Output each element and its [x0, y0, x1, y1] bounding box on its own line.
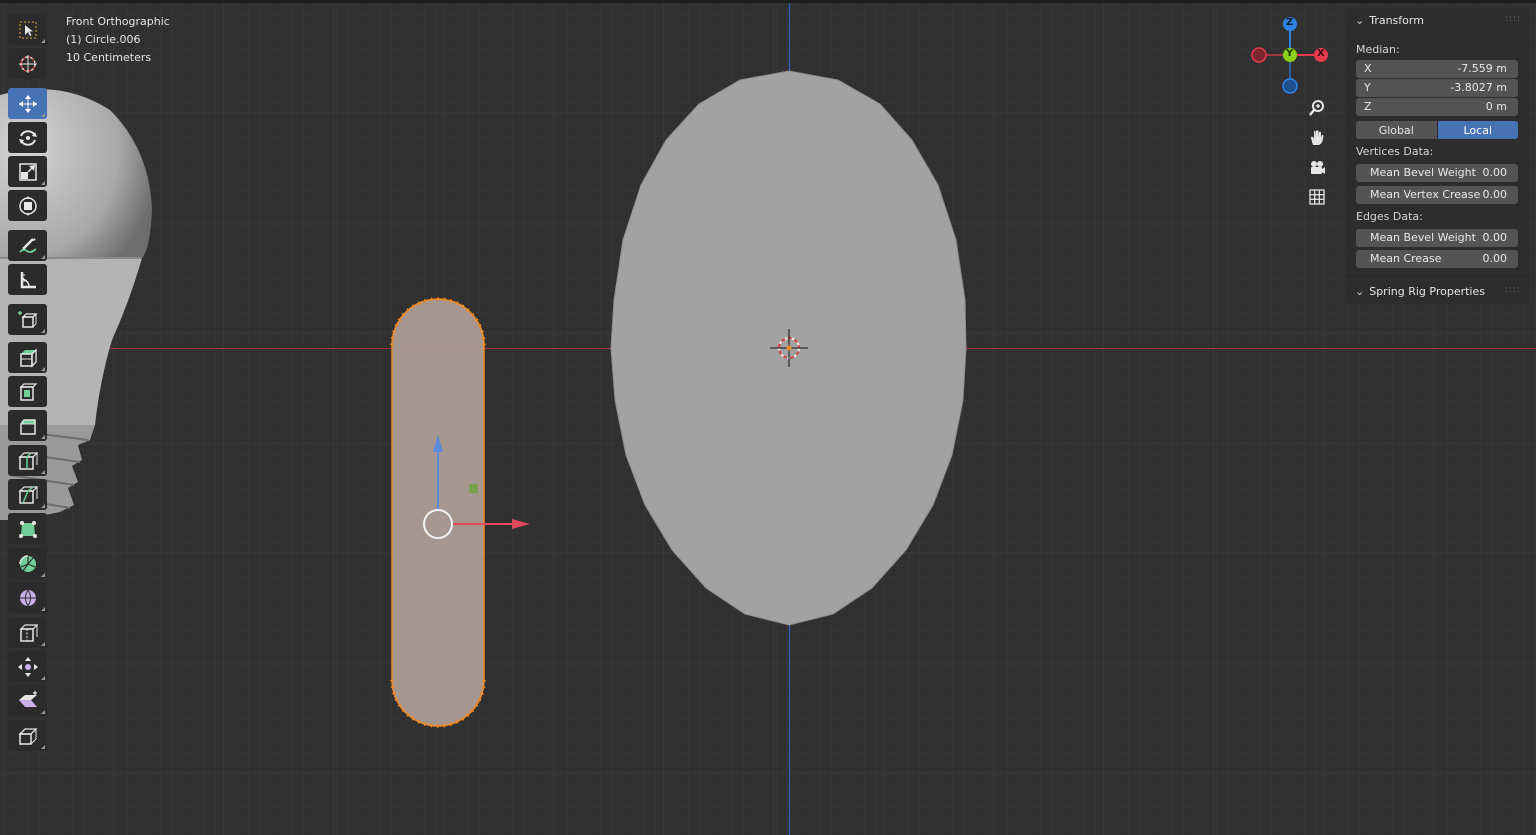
median-y-field[interactable]: Y -3.8027 m [1356, 79, 1518, 97]
tool-annotate[interactable] [8, 230, 47, 261]
vertex-mean-bevel-weight-field[interactable]: Mean Bevel Weight 0.00 [1356, 164, 1518, 182]
tool-inset[interactable] [8, 376, 47, 407]
grid-icon [1309, 189, 1325, 205]
local-space-button[interactable]: Local [1437, 121, 1518, 139]
panel-divider [1347, 276, 1529, 277]
gizmo-neg-y-bubble [1282, 78, 1298, 94]
shear-icon [18, 690, 37, 707]
grid-scale: 10 Centimeters [66, 51, 152, 64]
edges-data-label: Edges Data: [1356, 210, 1423, 223]
smooth-icon [19, 589, 36, 606]
transform-panel-header[interactable]: ⌄ Transform [1355, 14, 1424, 27]
active-object-name: (1) Circle.006 [66, 33, 141, 46]
view-name: Front Orthographic [66, 15, 170, 28]
3d-viewport[interactable]: Z Y X Front Orthographic (1) Circle.006 … [0, 0, 1536, 835]
tool-bevel[interactable] [8, 410, 47, 441]
tool-edge-slide[interactable] [8, 617, 47, 648]
tool-move[interactable] [8, 88, 47, 119]
transform-panel-title: Transform [1369, 14, 1424, 27]
tool-spin[interactable] [8, 548, 47, 579]
tool-knife[interactable] [8, 479, 47, 510]
coordinate-space-toggle: Global Local [1356, 121, 1518, 139]
tool-poly-build[interactable] [8, 513, 47, 544]
tool-rip[interactable] [8, 720, 47, 751]
edge-mean-crease-field[interactable]: Mean Crease 0.00 [1356, 250, 1518, 268]
annotate-icon [18, 237, 37, 253]
gizmo-neg-x-bubble [1251, 47, 1267, 63]
drag-grip-icon[interactable]: :::: [1505, 14, 1521, 24]
loop-cut-icon [18, 451, 38, 470]
scale-icon [18, 162, 37, 181]
hand-icon [1311, 130, 1324, 145]
vertices-data-label: Vertices Data: [1356, 145, 1434, 158]
move-icon [18, 94, 37, 113]
chevron-down-icon: ⌄ [1355, 285, 1365, 298]
edge-mean-bevel-weight-field[interactable]: Mean Bevel Weight 0.00 [1356, 229, 1518, 247]
zoom-button[interactable] [1304, 95, 1330, 121]
extrude-icon [19, 347, 37, 368]
bevel-icon [19, 418, 36, 435]
sidebar-n-panel: ⌄ Transform :::: Median: X -7.559 m Y -3.… [1347, 8, 1529, 304]
gizmo-plane-handle [469, 484, 478, 493]
gizmo-y-label: Y [1286, 48, 1294, 59]
rotate-icon [18, 129, 37, 146]
median-x-field[interactable]: X -7.559 m [1356, 60, 1518, 78]
drag-grip-icon[interactable]: :::: [1505, 285, 1521, 295]
gizmo-z-label: Z [1286, 17, 1294, 28]
knife-icon [18, 485, 38, 504]
tool-shear[interactable] [8, 685, 47, 716]
tool-rotate[interactable] [8, 122, 47, 153]
tool-loop-cut[interactable] [8, 445, 47, 476]
shrink-fatten-icon [17, 656, 38, 677]
camera-icon [1311, 161, 1325, 174]
transform-icon [18, 195, 37, 216]
camera-view-button[interactable] [1304, 155, 1330, 181]
measure-icon [20, 271, 36, 288]
tool-transform[interactable] [8, 190, 47, 221]
viewport-info-overlay: Front Orthographic (1) Circle.006 10 Cen… [66, 13, 170, 67]
gizmo-x-label: X [1317, 48, 1325, 59]
chevron-down-icon: ⌄ [1355, 14, 1365, 27]
spring-rig-panel-header[interactable]: ⌄ Spring Rig Properties [1355, 285, 1485, 298]
inset-icon [19, 382, 37, 401]
median-label: Median: [1356, 43, 1400, 56]
edge-slide-icon [19, 623, 38, 642]
tool-scale[interactable] [8, 156, 47, 187]
header-edge [0, 0, 1536, 3]
tool-smooth[interactable] [8, 582, 47, 613]
perspective-toggle-button[interactable] [1304, 184, 1330, 210]
rip-icon [17, 727, 38, 745]
tool-select-box[interactable] [8, 14, 47, 45]
selected-capsule-object[interactable] [390, 297, 486, 728]
cursor-icon [18, 54, 37, 73]
zoom-icon [1309, 100, 1324, 116]
tool-shrink-fatten[interactable] [8, 651, 47, 682]
global-space-button[interactable]: Global [1356, 121, 1437, 139]
vertex-mean-crease-field[interactable]: Mean Vertex Crease 0.00 [1356, 186, 1518, 204]
median-z-field[interactable]: Z 0 m [1356, 98, 1518, 116]
spin-icon [18, 554, 36, 572]
poly-build-icon [18, 520, 37, 538]
pan-button[interactable] [1304, 125, 1330, 151]
tool-add-cube[interactable] [8, 304, 47, 335]
spring-rig-panel-title: Spring Rig Properties [1369, 285, 1485, 298]
tool-extrude[interactable] [8, 342, 47, 373]
select-box-icon [19, 21, 36, 38]
viewport-canvas[interactable] [0, 0, 1536, 835]
tool-cursor[interactable] [8, 48, 47, 79]
tool-measure[interactable] [8, 264, 47, 295]
add-cube-icon [17, 310, 38, 328]
